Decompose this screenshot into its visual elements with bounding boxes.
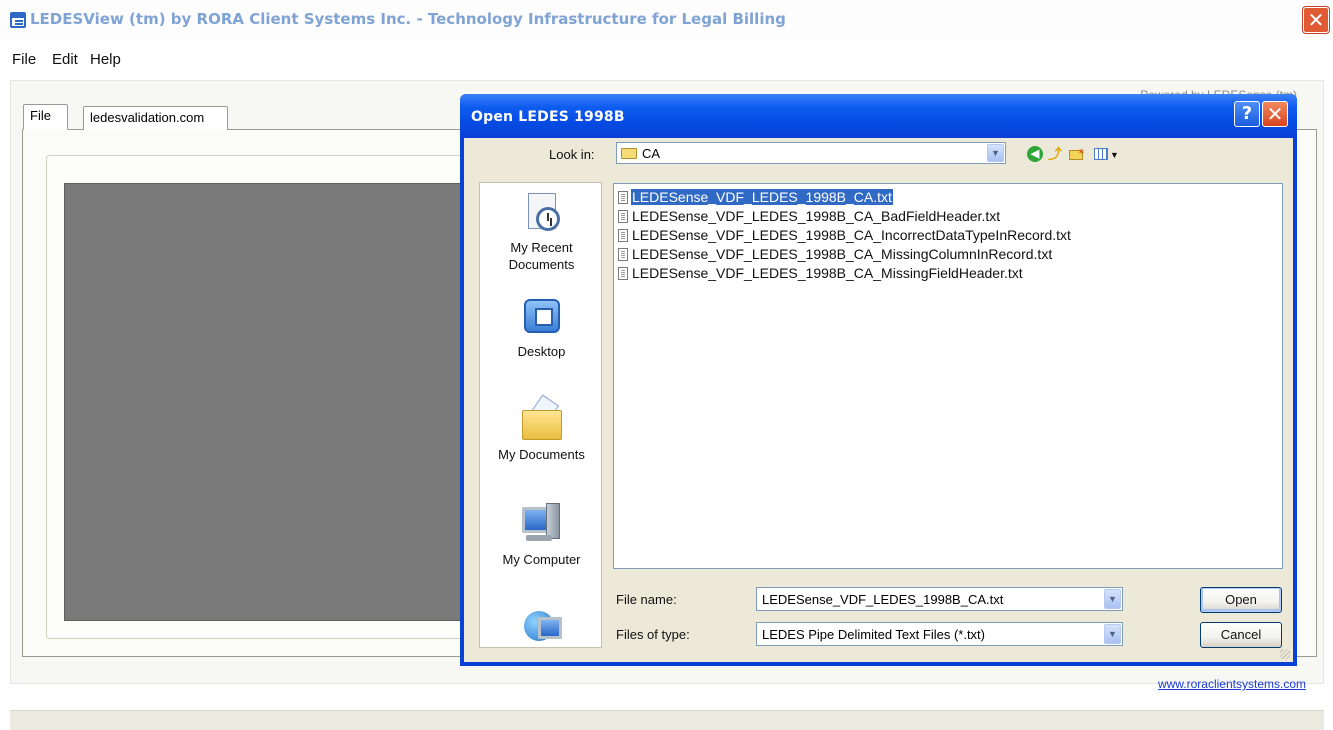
- main-title-bar: LEDESView (tm) by RORA Client Systems In…: [0, 0, 1333, 40]
- open-button[interactable]: Open: [1200, 587, 1282, 613]
- places-bar: My Recent Documents Desktop My Documents…: [479, 182, 602, 648]
- file-name-value: LEDESense_VDF_LEDES_1998B_CA.txt: [762, 592, 1004, 607]
- file-name: LEDESense_VDF_LEDES_1998B_CA.txt: [630, 188, 894, 206]
- files-of-type-label: Files of type:: [616, 627, 690, 642]
- menu-edit[interactable]: Edit: [52, 51, 78, 68]
- chevron-down-icon[interactable]: ▼: [1104, 624, 1121, 644]
- look-in-value: CA: [642, 146, 661, 161]
- text-file-icon: [618, 248, 628, 261]
- file-name: LEDESense_VDF_LEDES_1998B_CA_MissingFiel…: [632, 265, 1023, 281]
- file-name-input[interactable]: LEDESense_VDF_LEDES_1998B_CA.txt ▼: [756, 587, 1123, 611]
- back-icon[interactable]: ◀: [1027, 146, 1043, 162]
- new-folder-icon[interactable]: ✶: [1067, 145, 1085, 163]
- place-label: My Documents: [498, 447, 585, 462]
- website-link[interactable]: www.roraclientsystems.com: [1158, 677, 1306, 691]
- look-in-label: Look in:: [549, 147, 595, 162]
- open-file-dialog: Open LEDES 1998B ? ✕ Look in: CA ▼ ◀ ⤴ ✶…: [460, 94, 1297, 666]
- text-file-icon: [618, 267, 628, 280]
- place-my-computer[interactable]: My Computer: [480, 503, 601, 568]
- text-file-icon: [618, 191, 628, 204]
- my-documents-icon: [520, 394, 564, 442]
- my-computer-icon: [520, 503, 564, 547]
- recent-documents-icon: [520, 191, 564, 235]
- file-name: LEDESense_VDF_LEDES_1998B_CA_IncorrectDa…: [632, 227, 1071, 243]
- tab-file[interactable]: File: [23, 104, 68, 130]
- place-label: Desktop: [517, 344, 566, 359]
- up-folder-icon[interactable]: ⤴: [1046, 145, 1064, 163]
- dialog-body: Look in: CA ▼ ◀ ⤴ ✶ ▼ My Recent Document…: [464, 138, 1293, 662]
- chevron-down-icon[interactable]: ▼: [1104, 589, 1121, 609]
- app-window-icon: [10, 12, 26, 28]
- menu-bar: File Edit Help: [0, 45, 1333, 71]
- place-label: My Recent Documents: [508, 240, 575, 272]
- look-in-dropdown[interactable]: CA ▼: [616, 142, 1006, 164]
- dialog-close-button[interactable]: ✕: [1262, 101, 1288, 127]
- network-places-icon: [520, 607, 564, 647]
- files-of-type-dropdown[interactable]: LEDES Pipe Delimited Text Files (*.txt) …: [756, 622, 1123, 646]
- document-preview-area: [64, 183, 474, 621]
- place-my-documents[interactable]: My Documents: [480, 394, 601, 463]
- files-of-type-value: LEDES Pipe Delimited Text Files (*.txt): [762, 627, 985, 642]
- place-recent-documents[interactable]: My Recent Documents: [480, 191, 601, 273]
- file-name: LEDESense_VDF_LEDES_1998B_CA_BadFieldHea…: [632, 208, 1001, 224]
- file-name: LEDESense_VDF_LEDES_1998B_CA_MissingColu…: [632, 246, 1053, 262]
- place-network[interactable]: [480, 607, 601, 647]
- place-desktop[interactable]: Desktop: [480, 295, 601, 360]
- menu-help[interactable]: Help: [90, 51, 121, 68]
- dialog-help-button[interactable]: ?: [1234, 101, 1260, 127]
- place-label: My Computer: [502, 552, 581, 567]
- resize-grip-icon[interactable]: [1280, 649, 1290, 659]
- menu-file[interactable]: File: [12, 51, 36, 68]
- file-list[interactable]: LEDESense_VDF_LEDES_1998B_CA.txt LEDESen…: [613, 183, 1283, 569]
- views-menu-icon[interactable]: ▼: [1093, 145, 1121, 163]
- main-close-button[interactable]: ✕: [1303, 7, 1329, 33]
- main-window-title: LEDESView (tm) by RORA Client Systems In…: [30, 10, 786, 28]
- dialog-title-bar[interactable]: Open LEDES 1998B ? ✕: [460, 94, 1297, 138]
- cancel-button[interactable]: Cancel: [1200, 622, 1282, 648]
- folder-icon: [621, 148, 637, 159]
- text-file-icon: [618, 210, 628, 223]
- file-name-label: File name:: [616, 592, 677, 607]
- text-file-icon: [618, 229, 628, 242]
- dialog-title: Open LEDES 1998B: [471, 109, 625, 125]
- chevron-down-icon[interactable]: ▼: [987, 144, 1004, 162]
- tab-ledesvalidation[interactable]: ledesvalidation.com: [83, 106, 228, 130]
- desktop-icon: [520, 295, 564, 339]
- status-bar: [10, 710, 1324, 730]
